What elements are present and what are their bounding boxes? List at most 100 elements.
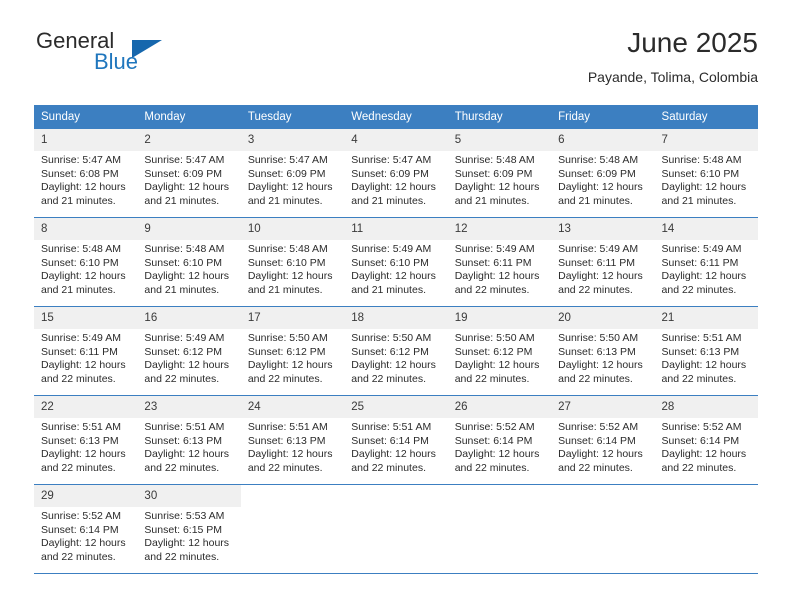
- day-number: [551, 485, 655, 491]
- daylight-text-line2: and 22 minutes.: [661, 461, 737, 474]
- calendar-day-cell[interactable]: 15 Sunrise: 5:49 AM Sunset: 6:11 PM Dayl…: [34, 306, 138, 396]
- sunrise-sunset-calendar-table: Sunday Monday Tuesday Wednesday Thursday…: [34, 105, 758, 574]
- daylight-text-line2: and 22 minutes.: [661, 372, 737, 385]
- sunrise-text: Sunrise: 5:52 AM: [454, 421, 535, 433]
- calendar-day-cell[interactable]: 7 Sunrise: 5:48 AM Sunset: 6:10 PM Dayli…: [654, 129, 758, 218]
- calendar-day-cell[interactable]: 9 Sunrise: 5:48 AM Sunset: 6:10 PM Dayli…: [137, 217, 241, 307]
- day-number: 13: [551, 218, 655, 240]
- sunset-text: Sunset: 6:09 PM: [454, 167, 533, 180]
- daylight-text-line1: Daylight: 12 hours: [247, 359, 333, 372]
- sunset-text: Sunset: 6:14 PM: [558, 434, 636, 447]
- daylight-text-line1: Daylight: 12 hours: [351, 448, 436, 461]
- day-number: 15: [34, 307, 138, 329]
- calendar-day-cell[interactable]: 16 Sunrise: 5:49 AM Sunset: 6:12 PM Dayl…: [137, 306, 241, 396]
- calendar-day-cell[interactable]: 17 Sunrise: 5:50 AM Sunset: 6:12 PM Dayl…: [240, 306, 345, 396]
- sunrise-text: Sunrise: 5:47 AM: [41, 154, 121, 166]
- calendar-day-cell[interactable]: 11 Sunrise: 5:49 AM Sunset: 6:10 PM Dayl…: [344, 217, 448, 307]
- daylight-text-line1: Daylight: 12 hours: [41, 181, 126, 194]
- location-subtitle: Payande, Tolima, Colombia: [587, 69, 758, 85]
- day-number: 25: [344, 396, 448, 418]
- calendar-day-cell[interactable]: 20 Sunrise: 5:50 AM Sunset: 6:13 PM Dayl…: [551, 306, 655, 396]
- daylight-text-line1: Daylight: 12 hours: [41, 270, 126, 283]
- calendar-day-cell[interactable]: 4 Sunrise: 5:47 AM Sunset: 6:09 PM Dayli…: [344, 129, 448, 218]
- daylight-text-line2: and 22 minutes.: [351, 461, 426, 474]
- calendar-day-cell[interactable]: 6 Sunrise: 5:48 AM Sunset: 6:09 PM Dayli…: [551, 129, 655, 218]
- title-block: June 2025 Payande, Tolima, Colombia: [588, 24, 758, 88]
- daylight-text-line1: Daylight: 12 hours: [454, 448, 540, 461]
- page-header: General Blue June 2025 Payande, Tolima, …: [34, 27, 758, 96]
- daylight-text-line2: and 22 minutes.: [454, 283, 530, 296]
- sunset-text: Sunset: 6:14 PM: [351, 434, 429, 447]
- daylight-text-line1: Daylight: 12 hours: [454, 181, 540, 194]
- calendar-day-cell[interactable]: 28 Sunrise: 5:52 AM Sunset: 6:14 PM Dayl…: [654, 395, 758, 485]
- day-number: 8: [34, 218, 138, 240]
- daylight-text-line2: and 22 minutes.: [661, 283, 737, 296]
- calendar-day-cell[interactable]: 12 Sunrise: 5:49 AM Sunset: 6:11 PM Dayl…: [447, 217, 552, 307]
- calendar-empty-cell: [654, 484, 758, 574]
- daylight-text-line1: Daylight: 12 hours: [41, 537, 126, 550]
- sunrise-text: Sunrise: 5:51 AM: [247, 421, 328, 433]
- day-details: Sunrise: 5:47 AM Sunset: 6:09 PM Dayligh…: [241, 151, 344, 208]
- calendar-day-cell[interactable]: 23 Sunrise: 5:51 AM Sunset: 6:13 PM Dayl…: [137, 395, 241, 485]
- sunset-text: Sunset: 6:10 PM: [351, 256, 429, 269]
- daylight-text-line2: and 21 minutes.: [558, 194, 633, 207]
- calendar-day-cell[interactable]: 29 Sunrise: 5:52 AM Sunset: 6:14 PM Dayl…: [34, 484, 138, 574]
- calendar-day-cell[interactable]: 19 Sunrise: 5:50 AM Sunset: 6:12 PM Dayl…: [447, 306, 552, 396]
- daylight-text-line1: Daylight: 12 hours: [247, 448, 333, 461]
- day-number: 17: [240, 307, 345, 329]
- sunset-text: Sunset: 6:13 PM: [247, 434, 326, 447]
- calendar-empty-cell: [551, 484, 655, 574]
- daylight-text-line1: Daylight: 12 hours: [351, 181, 436, 194]
- sunset-text: Sunset: 6:15 PM: [144, 523, 223, 536]
- daylight-text-line2: and 22 minutes.: [454, 372, 530, 385]
- calendar-day-cell[interactable]: 5 Sunrise: 5:48 AM Sunset: 6:09 PM Dayli…: [447, 129, 552, 218]
- calendar-day-cell[interactable]: 21 Sunrise: 5:51 AM Sunset: 6:13 PM Dayl…: [654, 306, 758, 396]
- sunset-text: Sunset: 6:11 PM: [41, 345, 118, 358]
- day-number: 2: [137, 129, 241, 151]
- calendar-day-cell[interactable]: 14 Sunrise: 5:49 AM Sunset: 6:11 PM Dayl…: [654, 217, 758, 307]
- sunrise-text: Sunrise: 5:48 AM: [661, 154, 742, 166]
- sunset-text: Sunset: 6:14 PM: [454, 434, 533, 447]
- weekday-header-tuesday: Tuesday: [240, 105, 345, 129]
- calendar-day-cell[interactable]: 25 Sunrise: 5:51 AM Sunset: 6:14 PM Dayl…: [344, 395, 448, 485]
- day-number: 28: [654, 396, 758, 418]
- calendar-day-cell[interactable]: 3 Sunrise: 5:47 AM Sunset: 6:09 PM Dayli…: [240, 129, 345, 218]
- calendar-day-cell[interactable]: 13 Sunrise: 5:49 AM Sunset: 6:11 PM Dayl…: [551, 217, 655, 307]
- calendar-day-cell[interactable]: 8 Sunrise: 5:48 AM Sunset: 6:10 PM Dayli…: [34, 217, 138, 307]
- day-number: 5: [447, 129, 552, 151]
- calendar-day-cell[interactable]: 22 Sunrise: 5:51 AM Sunset: 6:13 PM Dayl…: [34, 395, 138, 485]
- day-number: 27: [551, 396, 655, 418]
- calendar-day-cell[interactable]: 10 Sunrise: 5:48 AM Sunset: 6:10 PM Dayl…: [240, 217, 345, 307]
- calendar-day-cell[interactable]: 18 Sunrise: 5:50 AM Sunset: 6:12 PM Dayl…: [344, 306, 448, 396]
- daylight-text-line2: and 22 minutes.: [144, 372, 220, 385]
- calendar-day-cell[interactable]: 26 Sunrise: 5:52 AM Sunset: 6:14 PM Dayl…: [447, 395, 552, 485]
- daylight-text-line1: Daylight: 12 hours: [558, 270, 643, 283]
- calendar-header-row-group: Sunday Monday Tuesday Wednesday Thursday…: [34, 105, 758, 129]
- page-title: June 2025: [627, 27, 758, 58]
- sunrise-text: Sunrise: 5:47 AM: [144, 154, 225, 166]
- daylight-text-line2: and 22 minutes.: [247, 372, 323, 385]
- calendar-day-cell[interactable]: 2 Sunrise: 5:47 AM Sunset: 6:09 PM Dayli…: [137, 129, 241, 218]
- day-number: [654, 485, 758, 491]
- calendar-day-cell[interactable]: 1 Sunrise: 5:47 AM Sunset: 6:08 PM Dayli…: [34, 129, 138, 218]
- calendar-day-cell[interactable]: 24 Sunrise: 5:51 AM Sunset: 6:13 PM Dayl…: [240, 395, 345, 485]
- weekday-header-friday: Friday: [551, 105, 655, 129]
- general-blue-logo[interactable]: General Blue: [34, 28, 254, 88]
- day-details: Sunrise: 5:49 AM Sunset: 6:11 PM Dayligh…: [551, 240, 654, 297]
- daylight-text-line1: Daylight: 12 hours: [351, 359, 436, 372]
- day-number: 10: [240, 218, 345, 240]
- sunset-text: Sunset: 6:10 PM: [661, 167, 740, 180]
- calendar-day-cell[interactable]: 27 Sunrise: 5:52 AM Sunset: 6:14 PM Dayl…: [551, 395, 655, 485]
- sunrise-text: Sunrise: 5:48 AM: [454, 154, 535, 166]
- day-number: 26: [447, 396, 552, 418]
- sunrise-text: Sunrise: 5:51 AM: [41, 421, 121, 433]
- daylight-text-line1: Daylight: 12 hours: [558, 448, 643, 461]
- day-details: Sunrise: 5:53 AM Sunset: 6:15 PM Dayligh…: [137, 507, 240, 564]
- day-details: Sunrise: 5:50 AM Sunset: 6:12 PM Dayligh…: [241, 329, 344, 386]
- day-details: Sunrise: 5:49 AM Sunset: 6:10 PM Dayligh…: [344, 240, 447, 297]
- calendar-day-cell[interactable]: 30 Sunrise: 5:53 AM Sunset: 6:15 PM Dayl…: [137, 484, 241, 574]
- sunset-text: Sunset: 6:10 PM: [41, 256, 119, 269]
- sunrise-text: Sunrise: 5:49 AM: [558, 243, 639, 255]
- day-details: Sunrise: 5:52 AM Sunset: 6:14 PM Dayligh…: [655, 418, 758, 475]
- day-number: 14: [654, 218, 758, 240]
